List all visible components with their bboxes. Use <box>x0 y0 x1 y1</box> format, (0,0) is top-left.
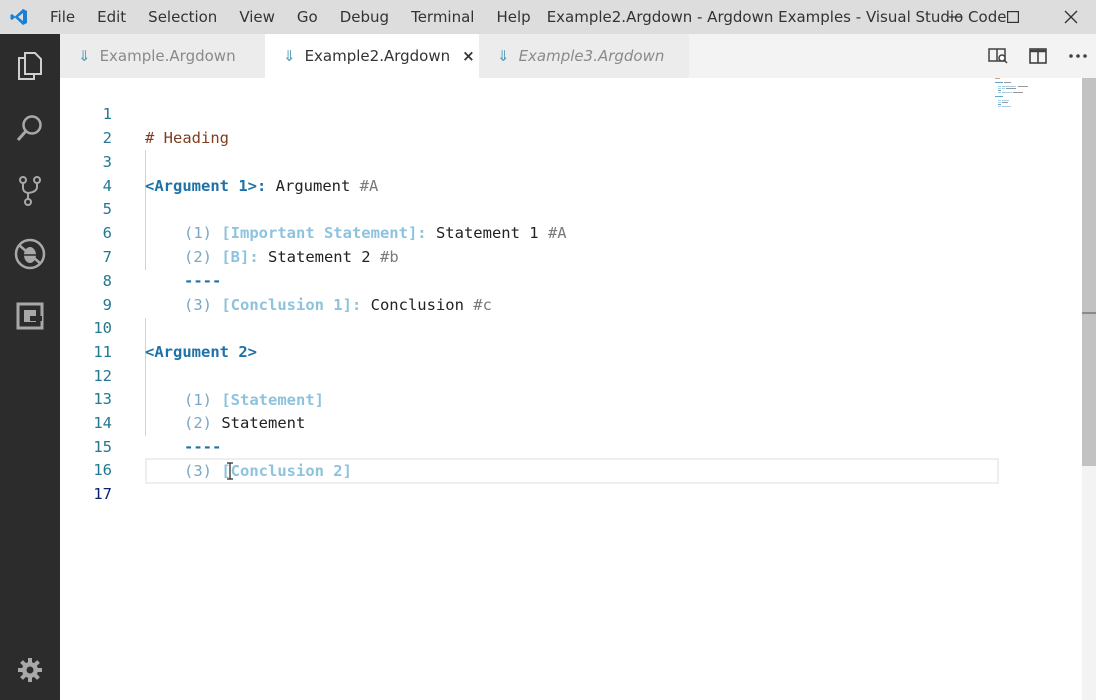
explorer-icon[interactable] <box>0 36 60 96</box>
minimize-icon[interactable] <box>926 0 984 34</box>
line-number: 17 <box>93 485 112 503</box>
menu-help[interactable]: Help <box>485 0 541 34</box>
tab-example[interactable]: ⇓ Example.Argdown <box>60 34 265 78</box>
menu-go[interactable]: Go <box>286 0 329 34</box>
scrollbar-thumb[interactable] <box>1082 78 1096 466</box>
code-line-4[interactable]: 4 <box>60 150 1060 195</box>
title-bar: File Edit Selection View Go Debug Termin… <box>0 0 1096 34</box>
tab-label: Example.Argdown <box>99 47 236 65</box>
editor[interactable]: 1 # Heading 2 3 <Argument 1>: Argument #… <box>60 78 1096 700</box>
code-line-17[interactable]: 17 <box>60 458 1060 503</box>
tab-example3[interactable]: ⇓ Example3.Argdown <box>479 34 689 78</box>
vertical-scrollbar[interactable] <box>1082 78 1096 700</box>
code-line-10[interactable]: 10 <Argument 2> <box>60 292 1060 361</box>
code-line-13[interactable]: 13 (2) Statement <box>60 363 1060 432</box>
menu-selection[interactable]: Selection <box>137 0 228 34</box>
code-line-3[interactable]: 3 <Argument 1>: Argument #A <box>60 126 1060 195</box>
code-line-5[interactable]: 5 (1) [Important Statement]: Statement 1… <box>60 173 1060 242</box>
extensions-icon[interactable] <box>0 286 60 346</box>
code-line-7[interactable]: 7 ---- <box>60 221 1060 290</box>
source-control-icon[interactable] <box>0 161 60 221</box>
search-icon[interactable] <box>0 98 60 158</box>
settings-gear-icon[interactable] <box>0 640 60 700</box>
menu-view[interactable]: View <box>228 0 286 34</box>
activity-bar <box>0 34 60 700</box>
open-preview-icon[interactable] <box>978 34 1018 78</box>
code-line-14[interactable]: 14 ---- <box>60 387 1060 456</box>
close-icon[interactable] <box>1042 0 1096 34</box>
menu-terminal[interactable]: Terminal <box>400 0 485 34</box>
code-line-8[interactable]: 8 (3) [Conclusion 1]: Conclusion #c <box>60 245 1060 314</box>
code-line-6[interactable]: 6 (2) [B]: Statement 2 #b <box>60 197 1060 266</box>
tab-bar: ⇓ Example.Argdown ⇓ Example2.Argdown × ⇓… <box>60 34 1096 78</box>
text-cursor-icon <box>227 462 233 480</box>
split-editor-icon[interactable] <box>1018 34 1058 78</box>
menu-file[interactable]: File <box>38 0 86 34</box>
tab-label: Example3.Argdown <box>518 47 665 65</box>
scrollbar-cursor-marker <box>1082 312 1096 314</box>
code-line-9[interactable]: 9 <box>60 269 1060 314</box>
argdown-arrow-icon: ⇓ <box>497 47 510 65</box>
menu-edit[interactable]: Edit <box>86 0 137 34</box>
code-line-1[interactable]: 1 # Heading <box>60 78 1060 147</box>
code-line-16[interactable]: 16 <box>60 434 1060 479</box>
maximize-icon[interactable] <box>984 0 1042 34</box>
debug-icon[interactable] <box>0 224 60 284</box>
minimap[interactable] <box>995 78 1079 118</box>
tab-close-icon[interactable]: × <box>462 47 475 65</box>
code-line-15[interactable]: 15 (3) [Conclusion 2] <box>60 411 1060 480</box>
menu-debug[interactable]: Debug <box>329 0 400 34</box>
argdown-arrow-icon: ⇓ <box>283 47 296 65</box>
more-actions-icon[interactable] <box>1058 34 1096 78</box>
code-line-11[interactable]: 11 <box>60 316 1060 361</box>
code-line-12[interactable]: 12 (1) [Statement] <box>60 340 1060 409</box>
tab-example2[interactable]: ⇓ Example2.Argdown × <box>265 34 479 78</box>
tab-label: Example2.Argdown <box>304 47 451 65</box>
vscode-logo-icon <box>0 0 38 34</box>
argdown-arrow-icon: ⇓ <box>78 47 91 65</box>
code-line-2[interactable]: 2 <box>60 102 1060 147</box>
